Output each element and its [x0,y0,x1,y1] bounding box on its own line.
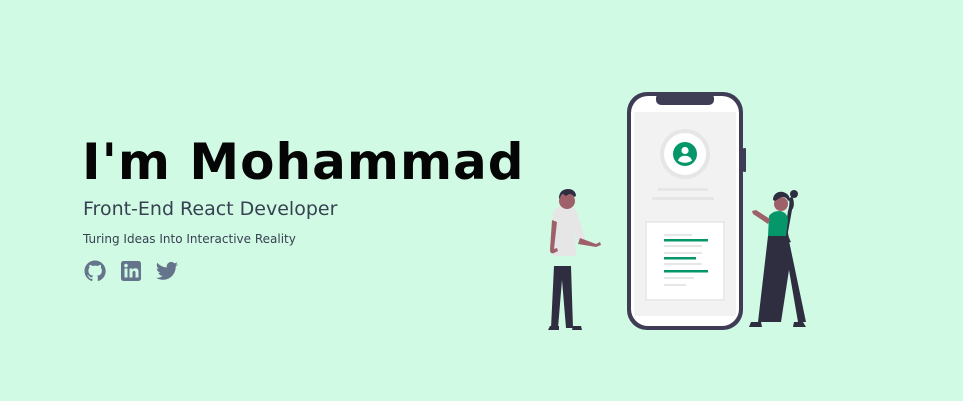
hero-subtitle: Front-End React Developer [83,198,338,220]
github-icon [84,260,106,282]
hero-section: I'm Mohammad Front-End React Developer T… [82,132,525,283]
linkedin-link[interactable] [119,259,143,283]
man-illustration [548,189,601,330]
twitter-link[interactable] [155,259,179,283]
linkedin-icon [121,261,141,281]
hero-title: I'm Mohammad [82,133,525,191]
phone-illustration [627,92,746,330]
hero-illustration [548,92,806,330]
github-link[interactable] [83,259,107,283]
woman-illustration [749,190,806,327]
hero-tagline: Turing Ideas Into Interactive Reality [83,232,296,246]
twitter-icon [156,261,178,280]
social-links [83,259,525,283]
